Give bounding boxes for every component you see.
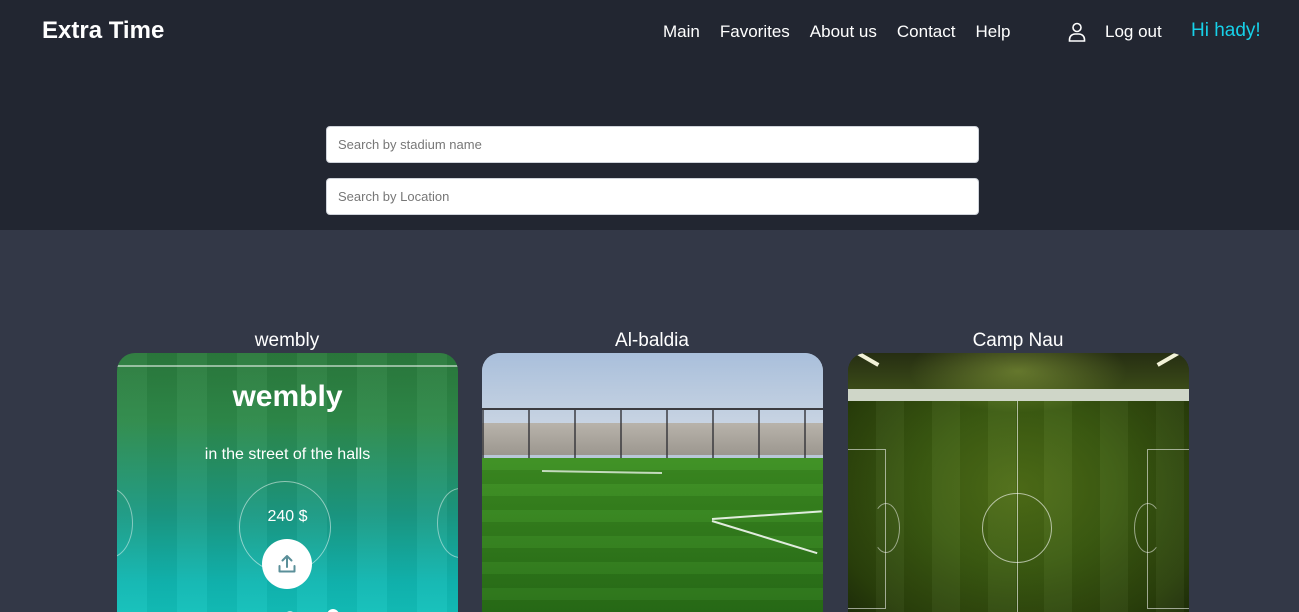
stadium-card-wembly[interactable]: wembly in the street of the halls 240 $ <box>117 353 458 612</box>
stadium-card-al-baldia[interactable] <box>482 353 823 612</box>
nav-about-us[interactable]: About us <box>810 22 877 42</box>
stadium-overlay-name: wembly <box>232 380 343 413</box>
main-nav: Main Favorites About us Contact Help <box>663 22 1010 42</box>
brand-logo[interactable]: Extra Time <box>42 17 164 45</box>
share-button[interactable] <box>262 539 312 589</box>
stadium-price: 240 $ <box>267 508 308 525</box>
stadium-name-search-input[interactable] <box>326 126 979 163</box>
user-icon[interactable] <box>1068 22 1086 42</box>
stadium-card-camp-nau[interactable] <box>848 353 1189 612</box>
logout-link[interactable]: Log out <box>1105 22 1162 42</box>
nav-help[interactable]: Help <box>975 22 1010 42</box>
nav-main[interactable]: Main <box>663 22 700 42</box>
nav-favorites[interactable]: Favorites <box>720 22 790 42</box>
location-search-input[interactable] <box>326 178 979 215</box>
stadium-card-title: wembly <box>254 330 320 351</box>
stadium-card-title: Al-baldia <box>615 330 689 351</box>
header: Extra Time Main Favorites About us Conta… <box>0 0 1299 230</box>
nav-contact[interactable]: Contact <box>897 22 956 42</box>
share-upload-icon <box>278 555 296 573</box>
stadium-card-title: Camp Nau <box>972 330 1064 351</box>
stadium-address: in the street of the halls <box>204 446 371 463</box>
user-greeting: Hi hady! <box>1191 20 1261 41</box>
